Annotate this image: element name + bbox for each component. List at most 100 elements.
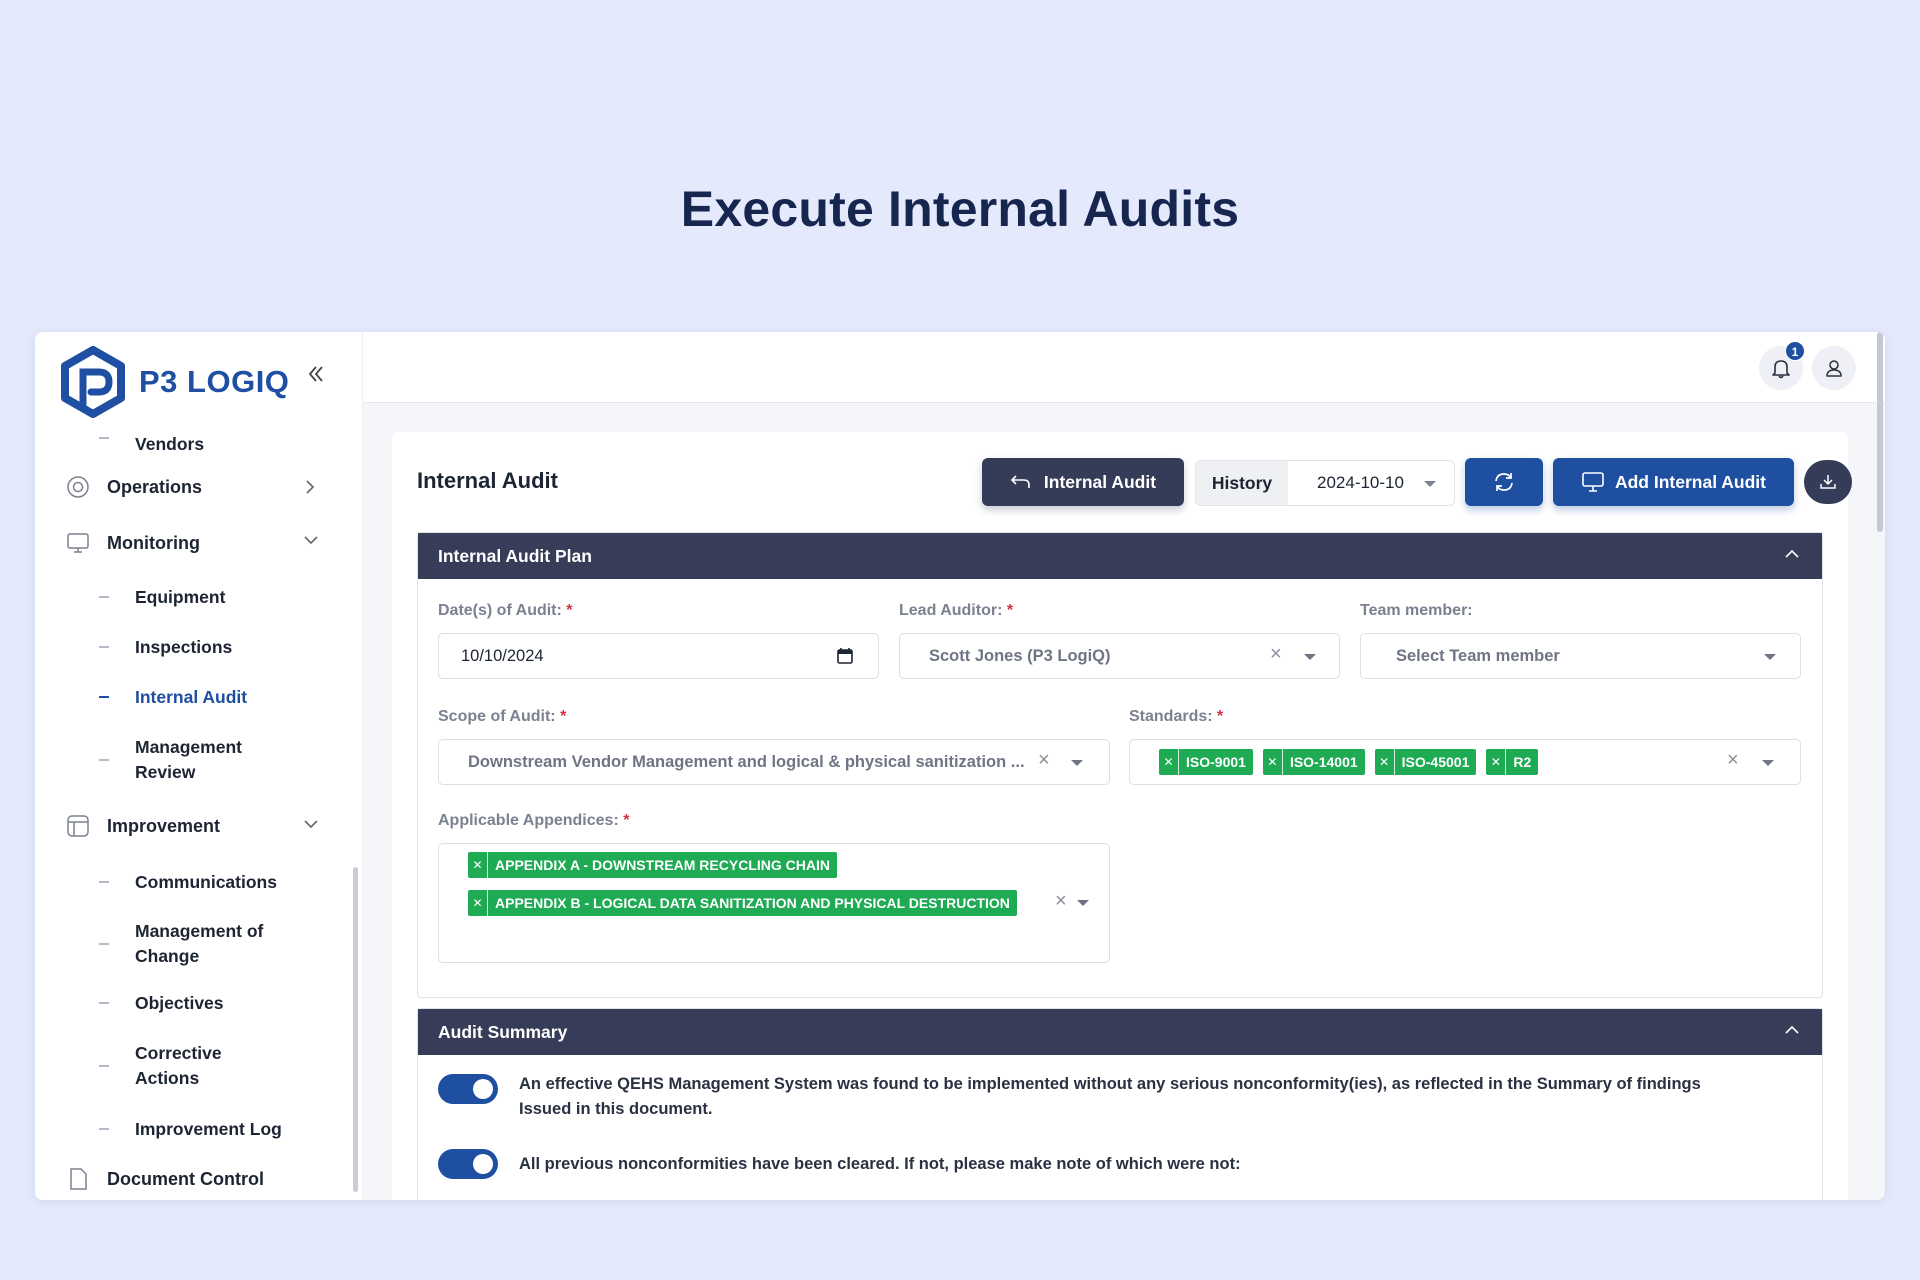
audit-date-value: 10/10/2024 xyxy=(461,646,544,665)
sidebar-group-operations[interactable]: Operations xyxy=(35,460,362,514)
team-member-label: Team member: xyxy=(1360,602,1473,619)
summary-statement-2: All previous nonconformities have been c… xyxy=(519,1155,1241,1173)
sidebar-item-management-review[interactable]: Management Review xyxy=(35,722,362,798)
remove-tag-icon[interactable]: ✕ xyxy=(1159,749,1179,775)
chevron-down-icon xyxy=(1071,760,1083,766)
notification-badge: 1 xyxy=(1785,341,1805,361)
standard-tag: ✕ ISO-45001 xyxy=(1374,749,1477,775)
chevron-up-icon xyxy=(1785,549,1799,558)
sidebar-item-equipment[interactable]: Equipment xyxy=(35,572,362,622)
standard-tag: ✕ R2 xyxy=(1486,749,1539,775)
history-date-select[interactable]: 2024-10-10 xyxy=(1288,461,1454,505)
add-internal-audit-button[interactable]: Add Internal Audit xyxy=(1553,458,1794,506)
sidebar-item-management-of-change[interactable]: Management of Change xyxy=(35,910,362,978)
back-arrow-icon xyxy=(1010,475,1030,488)
sidebar-group-label: Document Control xyxy=(107,1168,264,1189)
remove-tag-icon[interactable]: ✕ xyxy=(468,890,488,916)
refresh-button[interactable] xyxy=(1465,458,1543,506)
user-menu-button[interactable] xyxy=(1812,346,1856,390)
sidebar-item-inspections[interactable]: Inspections xyxy=(35,622,362,672)
back-to-internal-audit-button[interactable]: Internal Audit xyxy=(982,458,1184,506)
p3-logo-icon xyxy=(61,346,125,418)
sidebar-item-objectives[interactable]: Objectives xyxy=(35,978,362,1028)
standards-label: Standards: * xyxy=(1129,708,1224,725)
remove-tag-icon[interactable]: ✕ xyxy=(468,852,488,878)
history-date-value: 2024-10-10 xyxy=(1317,473,1404,492)
brand-name: P3 LOGIQ xyxy=(139,364,290,399)
team-member-placeholder: Select Team member xyxy=(1396,646,1560,665)
sidebar: P3 LOGIQ Vendors Operations Monitoring E… xyxy=(35,332,363,1200)
remove-tag-icon[interactable]: ✕ xyxy=(1375,749,1395,775)
summary-toggle-1[interactable] xyxy=(438,1074,498,1104)
dash-icon xyxy=(99,437,109,439)
notifications-button[interactable]: 1 xyxy=(1759,341,1805,390)
add-button-label: Add Internal Audit xyxy=(1614,471,1766,492)
dash-icon xyxy=(99,759,109,761)
team-member-select[interactable]: Select Team member xyxy=(1360,633,1801,679)
hero-title: Execute Internal Audits xyxy=(680,181,1240,237)
brand-logo[interactable]: P3 LOGIQ xyxy=(59,346,289,418)
main-scrollbar[interactable] xyxy=(1877,332,1883,532)
appendices-multiselect[interactable]: ✕ APPENDIX A - DOWNSTREAM RECYCLING CHAIN… xyxy=(438,843,1110,963)
plan-section-header[interactable]: Internal Audit Plan xyxy=(418,533,1822,579)
page-title: Internal Audit xyxy=(417,468,558,493)
back-button-label: Internal Audit xyxy=(1043,471,1157,492)
dash-icon xyxy=(99,696,109,698)
sidebar-item-label: Internal Audit xyxy=(135,686,248,707)
remove-tag-icon[interactable]: ✕ xyxy=(1263,749,1283,775)
lead-auditor-select[interactable]: Scott Jones (P3 LogiQ) × xyxy=(899,633,1340,679)
sidebar-item-improvement-log[interactable]: Improvement Log xyxy=(35,1104,362,1154)
sidebar-scrollbar[interactable] xyxy=(353,867,358,1192)
download-icon xyxy=(1820,475,1836,489)
appendices-label: Applicable Appendices: * xyxy=(438,812,630,829)
sidebar-item-vendors[interactable]: Vendors xyxy=(35,428,362,460)
main-area: 1 Internal Audit Internal Audit History … xyxy=(363,332,1885,1200)
dash-icon xyxy=(99,596,109,598)
sidebar-group-label: Operations xyxy=(107,476,203,497)
sidebar-item-corrective-actions[interactable]: Corrective Actions xyxy=(35,1028,362,1104)
operations-icon xyxy=(65,474,91,500)
scope-select[interactable]: Downstream Vendor Management and logical… xyxy=(438,739,1110,785)
dash-icon xyxy=(99,881,109,883)
top-bar: 1 xyxy=(363,332,1885,403)
scope-label: Scope of Audit: * xyxy=(438,708,567,725)
chevron-down-icon xyxy=(304,820,318,829)
date-label: Date(s) of Audit: * xyxy=(438,602,573,619)
dash-icon xyxy=(99,1128,109,1130)
download-button[interactable] xyxy=(1804,460,1852,504)
double-chevron-left-icon xyxy=(308,366,323,382)
dash-icon xyxy=(99,1002,109,1004)
refresh-icon xyxy=(1495,473,1513,491)
sidebar-item-internal-audit[interactable]: Internal Audit xyxy=(35,672,362,722)
internal-audit-card: Internal Audit Internal Audit History 20… xyxy=(392,432,1852,1200)
collapse-sidebar-button[interactable] xyxy=(307,364,325,390)
user-icon xyxy=(1826,360,1842,377)
clear-icon[interactable]: × xyxy=(1727,749,1739,772)
history-picker: History 2024-10-10 xyxy=(1195,460,1455,506)
clear-icon[interactable]: × xyxy=(1055,890,1067,913)
sidebar-group-document-control[interactable]: Document Control xyxy=(35,1154,362,1200)
internal-audit-plan-section: Internal Audit Plan Date(s) of Audit: * … xyxy=(417,532,1823,998)
lead-auditor-value: Scott Jones (P3 LogiQ) xyxy=(929,646,1111,665)
chevron-down-icon xyxy=(1077,900,1089,906)
dash-icon xyxy=(99,1065,109,1067)
chevron-right-icon xyxy=(306,480,315,494)
summary-section-header[interactable]: Audit Summary xyxy=(418,1009,1822,1055)
clear-icon[interactable]: × xyxy=(1038,749,1050,772)
summary-toggle-2[interactable] xyxy=(438,1149,498,1179)
appendix-tag: ✕ APPENDIX B - LOGICAL DATA SANITIZATION … xyxy=(468,890,1017,916)
sidebar-group-improvement[interactable]: Improvement xyxy=(35,798,362,854)
calendar-icon xyxy=(837,648,853,664)
standard-tag: ✕ ISO-9001 xyxy=(1159,749,1253,775)
chevron-down-icon xyxy=(1764,654,1776,660)
sidebar-item-label: Vendors xyxy=(135,433,205,454)
standards-multiselect[interactable]: ✕ ISO-9001 ✕ ISO-14001 ✕ ISO-45001 ✕ R2 × xyxy=(1129,739,1801,785)
bell-icon xyxy=(1772,360,1790,379)
sidebar-item-communications[interactable]: Communications xyxy=(35,854,362,910)
sidebar-group-label: Monitoring xyxy=(107,532,200,553)
audit-date-input[interactable]: 10/10/2024 xyxy=(438,633,879,679)
remove-tag-icon[interactable]: ✕ xyxy=(1486,749,1507,775)
monitor-icon xyxy=(65,530,91,556)
clear-icon[interactable]: × xyxy=(1270,643,1282,666)
sidebar-group-monitoring[interactable]: Monitoring xyxy=(35,514,362,572)
